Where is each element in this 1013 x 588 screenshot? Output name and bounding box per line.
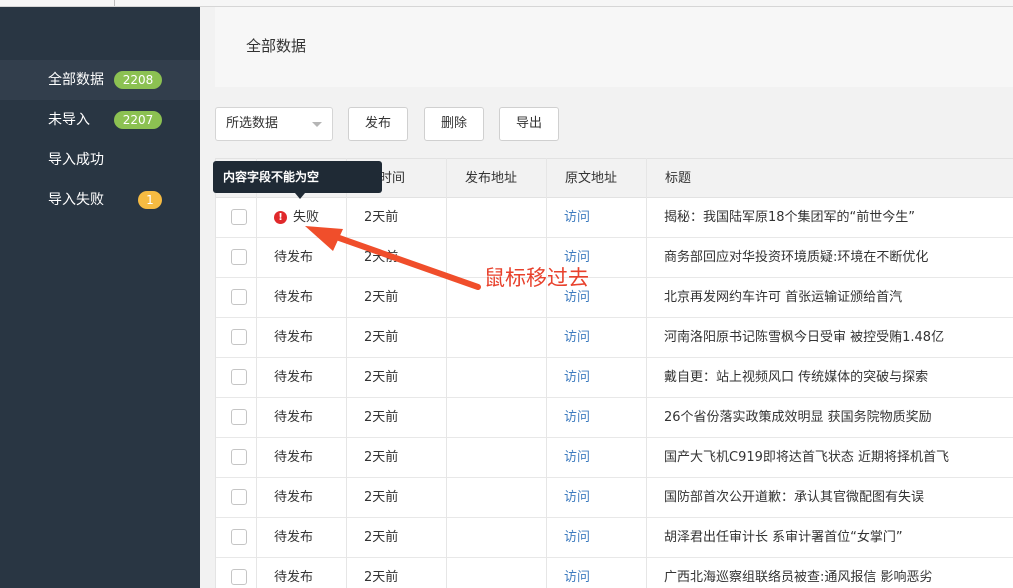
title-cell[interactable]: 国产大飞机C919即将达首飞状态 近期将择机首飞 — [664, 438, 949, 478]
status-cell[interactable]: 失败 — [293, 198, 319, 238]
table-row: 待发布 2天前 访问 北京再发网约车许可 首张运输证颁给首汽 — [216, 278, 1013, 318]
table-row: ! 失败 2天前 访问 揭秘：我国陆军原18个集团军的“前世今生” — [216, 198, 1013, 238]
browser-top-bar — [0, 0, 1013, 7]
data-table: 库时间 发布地址 原文地址 标题 ! 失败 2天前 访问 揭秘：我国陆军原18个集团军的… — [215, 158, 1013, 588]
row-checkbox[interactable] — [231, 329, 247, 345]
publish-button[interactable]: 发布 — [348, 107, 408, 141]
source-link[interactable]: 访问 — [564, 358, 590, 398]
row-checkbox[interactable] — [231, 449, 247, 465]
time-cell: 2天前 — [364, 570, 399, 585]
source-link[interactable]: 访问 — [564, 398, 590, 438]
selection-dropdown[interactable]: 所选数据 — [215, 107, 333, 141]
count-badge: 2208 — [114, 71, 162, 89]
source-link[interactable]: 访问 — [564, 198, 590, 238]
export-button[interactable]: 导出 — [499, 107, 559, 141]
page-header: 全部数据 — [215, 7, 1013, 87]
time-cell: 2天前 — [364, 250, 399, 265]
table-row: 待发布 2天前 访问 国防部首次公开道歉：承认其官微配图有失误 — [216, 478, 1013, 518]
row-checkbox[interactable] — [231, 409, 247, 425]
table-row: 待发布 2天前 访问 商务部回应对华投资环境质疑:环境在不断优化 — [216, 238, 1013, 278]
status-cell: 待发布 — [274, 490, 314, 505]
table-row: 待发布 2天前 访问 胡泽君出任审计长 系审计署首位“女掌门” — [216, 518, 1013, 558]
source-link[interactable]: 访问 — [564, 318, 590, 358]
sidebar: 全部数据 2208 未导入 2207 导入成功 导入失败 1 — [0, 7, 200, 588]
count-badge: 1 — [138, 191, 162, 209]
table-row: 待发布 2天前 访问 26个省份落实政策成效明显 获国务院物质奖励 — [216, 398, 1013, 438]
title-cell[interactable]: 北京再发网约车许可 首张运输证颁给首汽 — [664, 278, 902, 318]
table-row: 待发布 2天前 访问 戴自更：站上视频风口 传统媒体的突破与探索 — [216, 358, 1013, 398]
sidebar-item-not-imported[interactable]: 未导入 2207 — [0, 100, 200, 140]
sidebar-item-label: 导入失败 — [48, 192, 104, 208]
row-checkbox[interactable] — [231, 529, 247, 545]
selection-dropdown-value: 所选数据 — [226, 116, 279, 131]
title-cell[interactable]: 戴自更：站上视频风口 传统媒体的突破与探索 — [664, 358, 928, 398]
status-cell: 待发布 — [274, 330, 314, 345]
title-cell[interactable]: 国防部首次公开道歉：承认其官微配图有失误 — [664, 478, 924, 518]
sidebar-item-import-success[interactable]: 导入成功 — [0, 140, 200, 180]
title-cell[interactable]: 商务部回应对华投资环境质疑:环境在不断优化 — [664, 238, 928, 278]
title-cell[interactable]: 揭秘：我国陆军原18个集团军的“前世今生” — [664, 198, 915, 238]
status-cell: 待发布 — [274, 370, 314, 385]
row-checkbox[interactable] — [231, 289, 247, 305]
delete-button[interactable]: 删除 — [424, 107, 484, 141]
status-cell: 待发布 — [274, 290, 314, 305]
tooltip-arrow — [295, 193, 305, 199]
title-cell[interactable]: 胡泽君出任审计长 系审计署首位“女掌门” — [664, 518, 903, 558]
error-tooltip: 内容字段不能为空 — [213, 161, 382, 193]
time-cell: 2天前 — [364, 530, 399, 545]
source-link[interactable]: 访问 — [564, 438, 590, 478]
table-row: 待发布 2天前 访问 广西北海巡察组联络员被查:通风报信 影响恶劣 — [216, 558, 1013, 588]
column-header-source-url[interactable]: 原文地址 — [565, 159, 617, 199]
time-cell: 2天前 — [364, 210, 399, 225]
time-cell: 2天前 — [364, 370, 399, 385]
column-header-publish-url[interactable]: 发布地址 — [465, 159, 517, 199]
column-header-title[interactable]: 标题 — [665, 159, 691, 199]
title-cell[interactable]: 广西北海巡察组联络员被查:通风报信 影响恶劣 — [664, 558, 933, 588]
time-cell: 2天前 — [364, 490, 399, 505]
row-checkbox[interactable] — [231, 489, 247, 505]
sidebar-item-all-data[interactable]: 全部数据 2208 — [0, 60, 200, 100]
source-link[interactable]: 访问 — [564, 478, 590, 518]
source-link[interactable]: 访问 — [564, 518, 590, 558]
time-cell: 2天前 — [364, 290, 399, 305]
caret-down-icon — [312, 122, 322, 127]
row-checkbox[interactable] — [231, 369, 247, 385]
count-badge: 2207 — [114, 111, 162, 129]
sidebar-item-label: 未导入 — [48, 112, 90, 128]
row-checkbox[interactable] — [231, 569, 247, 585]
status-cell: 待发布 — [274, 570, 314, 585]
row-checkbox[interactable] — [231, 249, 247, 265]
time-cell: 2天前 — [364, 330, 399, 345]
table-row: 待发布 2天前 访问 河南洛阳原书记陈雪枫今日受审 被控受贿1.48亿 — [216, 318, 1013, 358]
title-cell[interactable]: 河南洛阳原书记陈雪枫今日受审 被控受贿1.48亿 — [664, 318, 944, 358]
status-cell: 待发布 — [274, 250, 314, 265]
row-checkbox[interactable] — [231, 209, 247, 225]
time-cell: 2天前 — [364, 410, 399, 425]
status-cell: 待发布 — [274, 450, 314, 465]
exclamation-circle-icon[interactable]: ! — [274, 211, 287, 224]
title-cell[interactable]: 26个省份落实政策成效明显 获国务院物质奖励 — [664, 398, 932, 438]
table-row: 待发布 2天前 访问 国产大飞机C919即将达首飞状态 近期将择机首飞 — [216, 438, 1013, 478]
annotation-label: 鼠标移过去 — [484, 266, 589, 290]
page-title: 全部数据 — [246, 37, 307, 55]
status-cell: 待发布 — [274, 530, 314, 545]
time-cell: 2天前 — [364, 450, 399, 465]
sidebar-item-label: 全部数据 — [48, 72, 104, 88]
status-cell: 待发布 — [274, 410, 314, 425]
source-link[interactable]: 访问 — [564, 558, 590, 588]
sidebar-item-label: 导入成功 — [48, 152, 104, 168]
sidebar-item-import-failed[interactable]: 导入失败 1 — [0, 180, 200, 220]
